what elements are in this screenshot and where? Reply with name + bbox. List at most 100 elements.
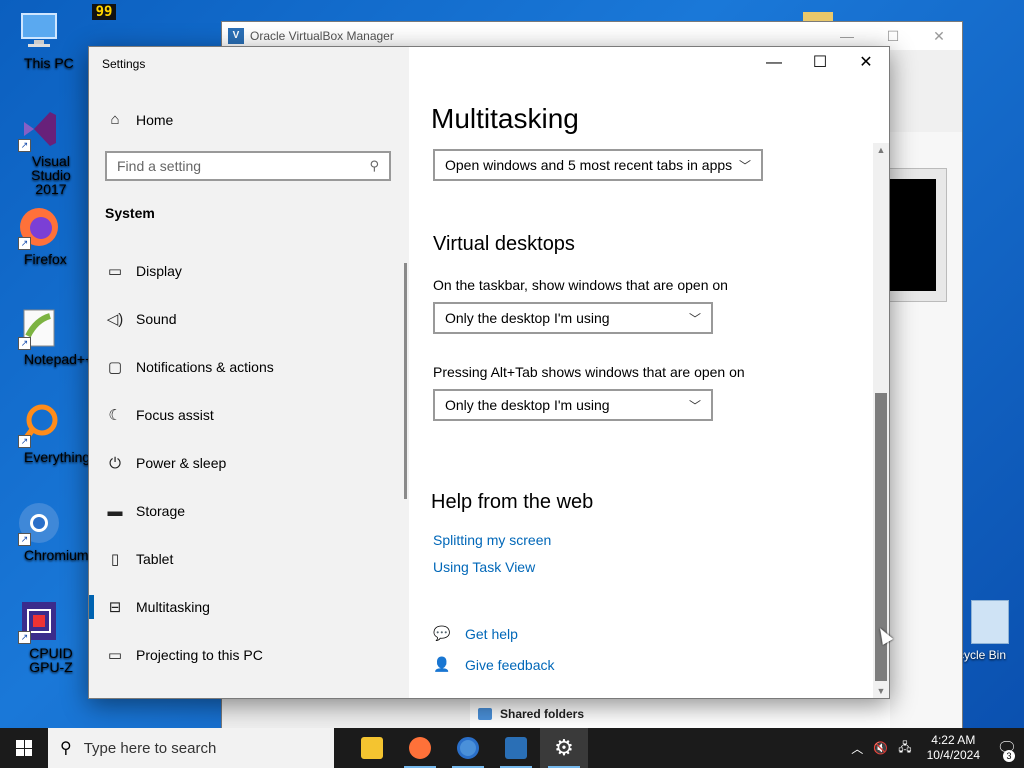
search-icon: ⚲: [369, 158, 379, 173]
shared-folders-section[interactable]: Shared folders: [470, 698, 890, 729]
content-scrollbar[interactable]: ▲ ▼: [873, 143, 889, 698]
action-center-button[interactable]: 🗨 3: [990, 738, 1024, 762]
taskbar-chromium[interactable]: [444, 728, 492, 768]
alt-tab-tabs-dropdown[interactable]: Open windows and 5 most recent tabs in a…: [433, 149, 763, 181]
moon-icon: ☾: [108, 407, 122, 424]
chromium-icon: [457, 737, 479, 759]
gear-icon: ⚙: [554, 735, 574, 760]
start-button[interactable]: [0, 728, 48, 768]
notification-icon: ▢: [107, 359, 123, 376]
app-badge: 99: [92, 4, 116, 20]
desktop-icon-everything[interactable]: ↗ Everything: [0, 402, 90, 464]
chevron-up-icon[interactable]: ︿: [851, 740, 863, 757]
desktop-icon-label: cycle Bin: [957, 648, 1006, 662]
desktop-icon-partial-app[interactable]: 99: [92, 4, 136, 44]
system-tray: ︿ 🔇 🖧 4:22 AM 10/4/2024 🗨 3: [846, 728, 1024, 768]
nav-item-notifications[interactable]: ▢ Notifications & actions: [89, 343, 409, 391]
nav-item-label: Multitasking: [136, 599, 210, 615]
nav-home-label: Home: [136, 111, 174, 128]
home-icon: ⌂: [110, 111, 120, 128]
alt-tab-windows-dropdown[interactable]: Only the desktop I'm using ﹀: [433, 389, 713, 421]
windows-logo-icon: [16, 740, 32, 756]
desktop-icon-firefox[interactable]: ↗ Firefox: [0, 204, 78, 266]
tablet-icon: ▯: [110, 551, 120, 568]
desktop-icon-this-pc[interactable]: This PC: [0, 8, 78, 70]
sidebar-scrollbar[interactable]: [404, 263, 407, 499]
close-icon[interactable]: ✕: [916, 28, 962, 45]
desktop-icon-recycle-bin[interactable]: cycle Bin: [955, 600, 1024, 662]
vm-preview: [887, 168, 947, 302]
virtualbox-title: Oracle VirtualBox Manager: [250, 29, 394, 43]
nav-item-label: Notifications & actions: [136, 359, 274, 375]
link-splitting-screen[interactable]: Splitting my screen: [433, 532, 551, 548]
folder-icon: [478, 708, 492, 720]
shortcut-arrow-icon: ↗: [18, 337, 31, 350]
chromium-icon: ↗: [16, 500, 62, 546]
folder-icon: [361, 737, 383, 759]
taskbar-virtualbox[interactable]: [492, 728, 540, 768]
taskbar-firefox[interactable]: [396, 728, 444, 768]
network-icon[interactable]: 🖧: [898, 738, 911, 759]
minimize-icon[interactable]: —: [824, 28, 870, 45]
desktop-icon-label: CPUID GPU-Z: [29, 645, 73, 675]
desktop-icon-visual-studio[interactable]: ↗ Visual Studio 2017: [0, 106, 78, 196]
settings-window: Settings ⌂ Home Find a setting ⚲ System …: [88, 46, 890, 699]
desktop-icon-label: Firefox: [24, 251, 67, 267]
taskbar-settings[interactable]: ⚙: [540, 728, 588, 768]
nav-item-focus-assist[interactable]: ☾ Focus assist: [89, 391, 409, 439]
desktop-icon-gpu-z[interactable]: ↗ CPUID GPU-Z: [0, 598, 78, 674]
clock-time: 4:22 AM: [931, 733, 976, 747]
nav-item-projecting[interactable]: ▭ Projecting to this PC: [89, 631, 409, 679]
nav-item-display[interactable]: ▭ Display: [89, 247, 409, 295]
nav-item-sound[interactable]: ◁) Sound: [89, 295, 409, 343]
taskbar-search[interactable]: ⚲ Type here to search: [48, 728, 334, 768]
virtualbox-icon: [505, 737, 527, 759]
multitasking-icon: ⊟: [108, 599, 122, 616]
clock[interactable]: 4:22 AM 10/4/2024: [927, 733, 980, 763]
shortcut-arrow-icon: ↗: [18, 237, 31, 250]
scroll-up-icon[interactable]: ▲: [873, 143, 889, 157]
link-task-view[interactable]: Using Task View: [433, 559, 535, 575]
virtual-desktops-heading: Virtual desktops: [433, 233, 575, 255]
minimize-icon[interactable]: —: [751, 47, 797, 79]
desktop-icon-notepad-plus-plus[interactable]: ↗ Notepad++: [0, 304, 93, 366]
search-icon: ⚲: [60, 740, 72, 757]
close-icon[interactable]: ✕: [843, 47, 889, 79]
give-feedback-link[interactable]: 👤 Give feedback: [433, 656, 555, 673]
app-title: Settings: [102, 57, 146, 71]
nav-item-label: Power & sleep: [136, 455, 227, 471]
settings-content: — ☐ ✕ Multitasking Open windows and 5 mo…: [409, 47, 889, 698]
visual-studio-icon: ↗: [16, 106, 62, 152]
desktop-icon-label: Everything: [24, 449, 91, 465]
firefox-icon: [409, 737, 431, 759]
maximize-icon[interactable]: ☐: [797, 47, 843, 79]
nav-item-tablet[interactable]: ▯ Tablet: [89, 535, 409, 583]
search-input[interactable]: Find a setting ⚲: [105, 151, 391, 181]
nav-home[interactable]: ⌂ Home: [105, 111, 173, 128]
desktop-icon-label: Notepad++: [24, 351, 94, 367]
get-help-label: Get help: [465, 625, 518, 642]
recycle-bin-icon: [970, 600, 1009, 644]
nav-item-label: Display: [136, 263, 182, 279]
nav-item-storage[interactable]: ▬ Storage: [89, 487, 409, 535]
taskbar-search-placeholder: Type here to search: [83, 739, 217, 757]
settings-sidebar: Settings ⌂ Home Find a setting ⚲ System …: [89, 47, 409, 698]
volume-muted-icon[interactable]: 🔇: [873, 741, 888, 755]
settings-nav: ▭ Display ◁) Sound ▢ Notifications & act…: [89, 247, 409, 679]
chevron-down-icon: ﹀: [688, 311, 701, 326]
chevron-down-icon: ﹀: [738, 158, 751, 173]
window-controls: — ☐ ✕: [751, 47, 889, 79]
virtualbox-logo-icon: V: [228, 28, 244, 44]
nav-item-multitasking[interactable]: ⊟ Multitasking: [89, 583, 409, 631]
scroll-down-icon[interactable]: ▼: [873, 684, 889, 698]
section-heading: System: [105, 205, 155, 221]
notification-count: 3: [1003, 750, 1015, 762]
shortcut-arrow-icon: ↗: [18, 435, 31, 448]
shared-folders-label: Shared folders: [500, 707, 585, 721]
get-help-link[interactable]: 💬 Get help: [433, 625, 518, 642]
nav-item-power-sleep[interactable]: ⏻ Power & sleep: [89, 439, 409, 487]
taskbar-windows-dropdown[interactable]: Only the desktop I'm using ﹀: [433, 302, 713, 334]
taskbar-file-explorer[interactable]: [348, 728, 396, 768]
maximize-icon[interactable]: ☐: [870, 28, 916, 45]
desktop-icon-chromium[interactable]: ↗ Chromium: [0, 500, 89, 562]
